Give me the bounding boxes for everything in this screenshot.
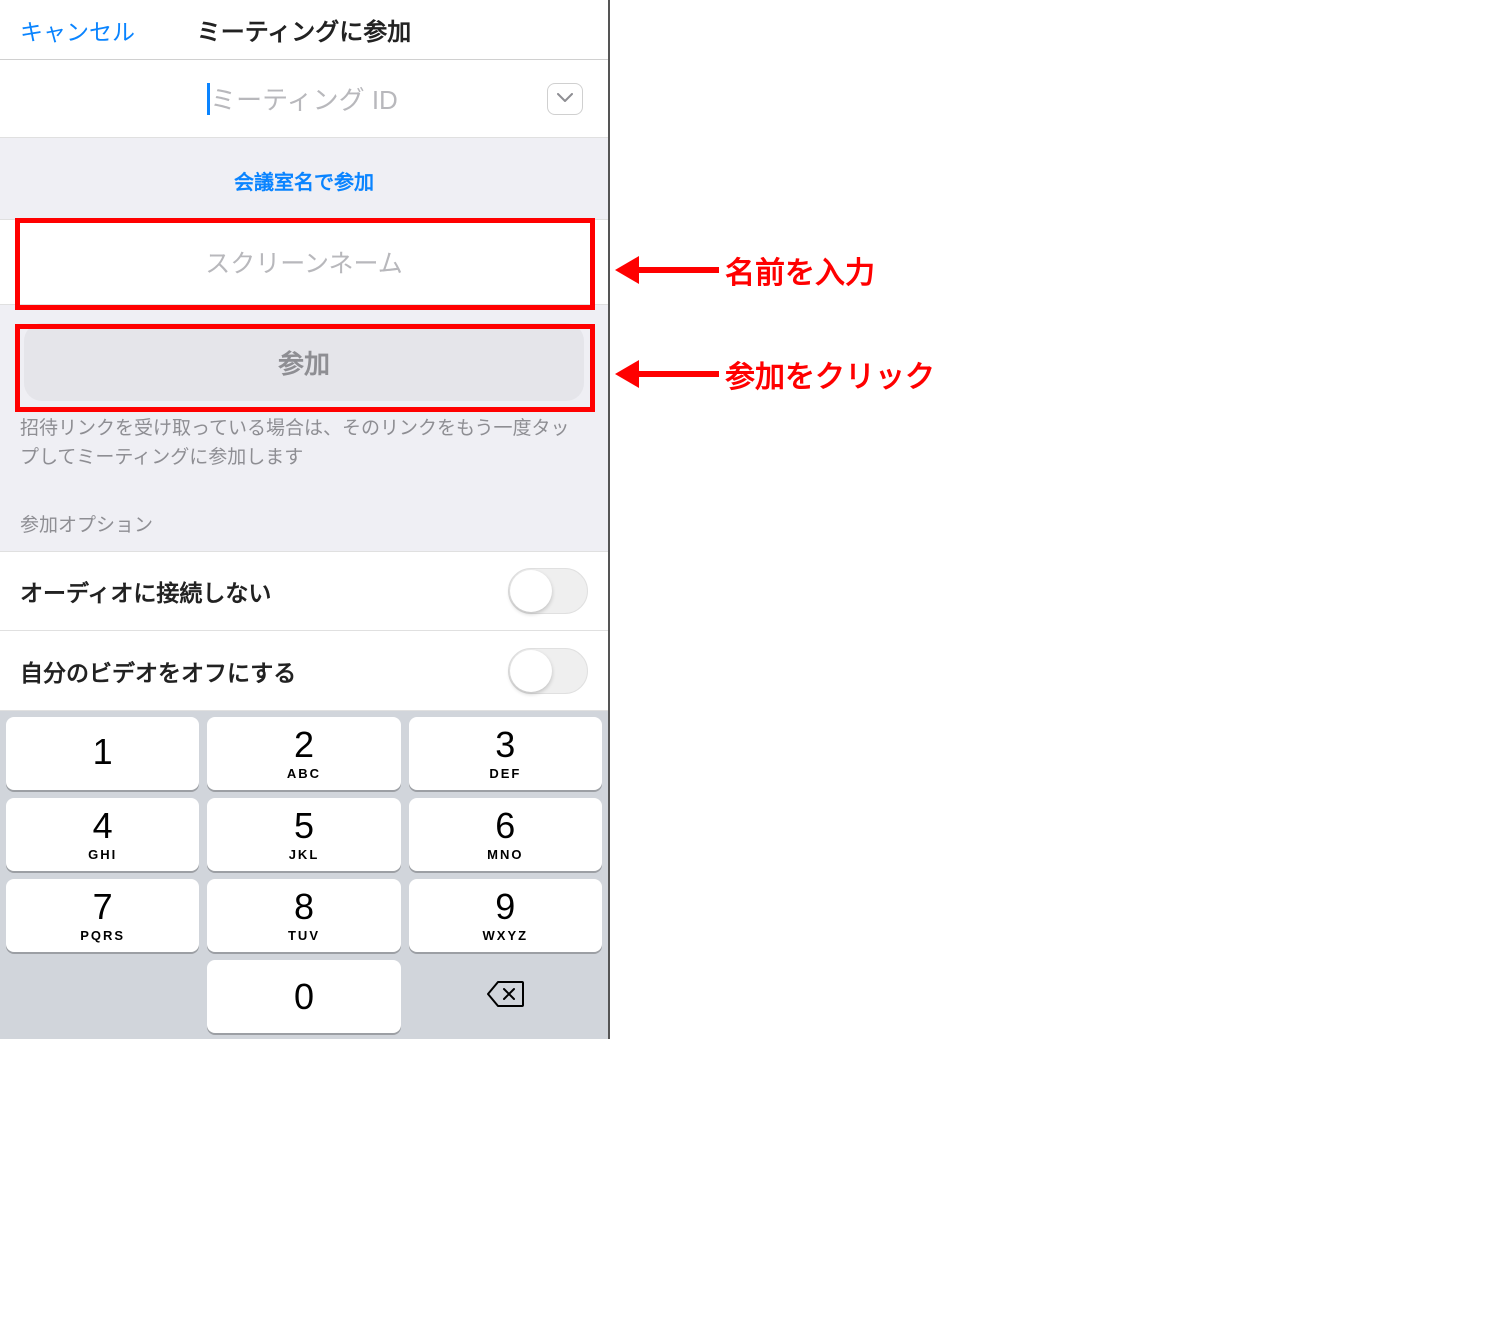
arrow-shaft [639,371,719,377]
key-4[interactable]: 4GHI [6,798,199,871]
toggle-knob [510,650,552,692]
options-header: 参加オプション [0,472,608,551]
key-1[interactable]: 1 [6,717,199,790]
screen-name-row[interactable]: スクリーンネーム [0,219,608,305]
screen-name-input[interactable]: スクリーンネーム [0,244,608,280]
callout-join: 参加をクリック [615,352,935,396]
toggle-knob [510,570,552,612]
video-off-toggle[interactable] [508,648,588,694]
key-6[interactable]: 6MNO [409,798,602,871]
invite-hint-text: 招待リンクを受け取っている場合は、そのリンクをもう一度タップしてミーティングに参… [0,401,608,472]
meeting-id-input[interactable]: ミーティング ID [210,85,398,115]
key-0[interactable]: 0 [207,960,400,1033]
chevron-down-icon [557,90,573,108]
text-caret [207,83,210,115]
page-title: ミーティングに参加 [197,12,412,47]
key-7[interactable]: 7PQRS [6,879,199,952]
form-section: 会議室名で参加 スクリーンネーム 参加 招待リンクを受け取っている場合は、そのリ… [0,138,608,551]
arrow-head-icon [615,360,639,388]
meeting-id-row[interactable]: ミーティング ID [0,60,608,138]
key-9[interactable]: 9WXYZ [409,879,602,952]
numeric-keyboard: 1 2ABC 3DEF 4GHI 5JKL 6MNO 7PQRS 8TUV 9W… [0,711,608,1039]
arrow-shaft [639,267,719,273]
callout-text: 参加をクリック [725,352,935,396]
cancel-button[interactable]: キャンセル [20,13,135,47]
navbar: キャンセル ミーティングに参加 [0,0,608,60]
key-8[interactable]: 8TUV [207,879,400,952]
callout-name: 名前を入力 [615,248,875,292]
option-audio-off: オーディオに接続しない [0,551,608,631]
meeting-history-dropdown[interactable] [547,83,583,115]
option-video-off: 自分のビデオをオフにする [0,631,608,711]
key-3[interactable]: 3DEF [409,717,602,790]
backspace-icon [486,980,524,1013]
key-5[interactable]: 5JKL [207,798,400,871]
key-backspace[interactable] [409,960,602,1033]
option-label: 自分のビデオをオフにする [20,654,296,688]
callout-text: 名前を入力 [725,248,875,292]
phone-frame: キャンセル ミーティングに参加 ミーティング ID 会議室名で参加 スクリーンネ… [0,0,610,1039]
arrow-head-icon [615,256,639,284]
join-by-room-name-link[interactable]: 会議室名で参加 [0,138,608,219]
key-2[interactable]: 2ABC [207,717,400,790]
option-label: オーディオに接続しない [20,574,271,608]
audio-off-toggle[interactable] [508,568,588,614]
key-blank [6,960,199,1033]
join-button[interactable]: 参加 [24,323,584,401]
